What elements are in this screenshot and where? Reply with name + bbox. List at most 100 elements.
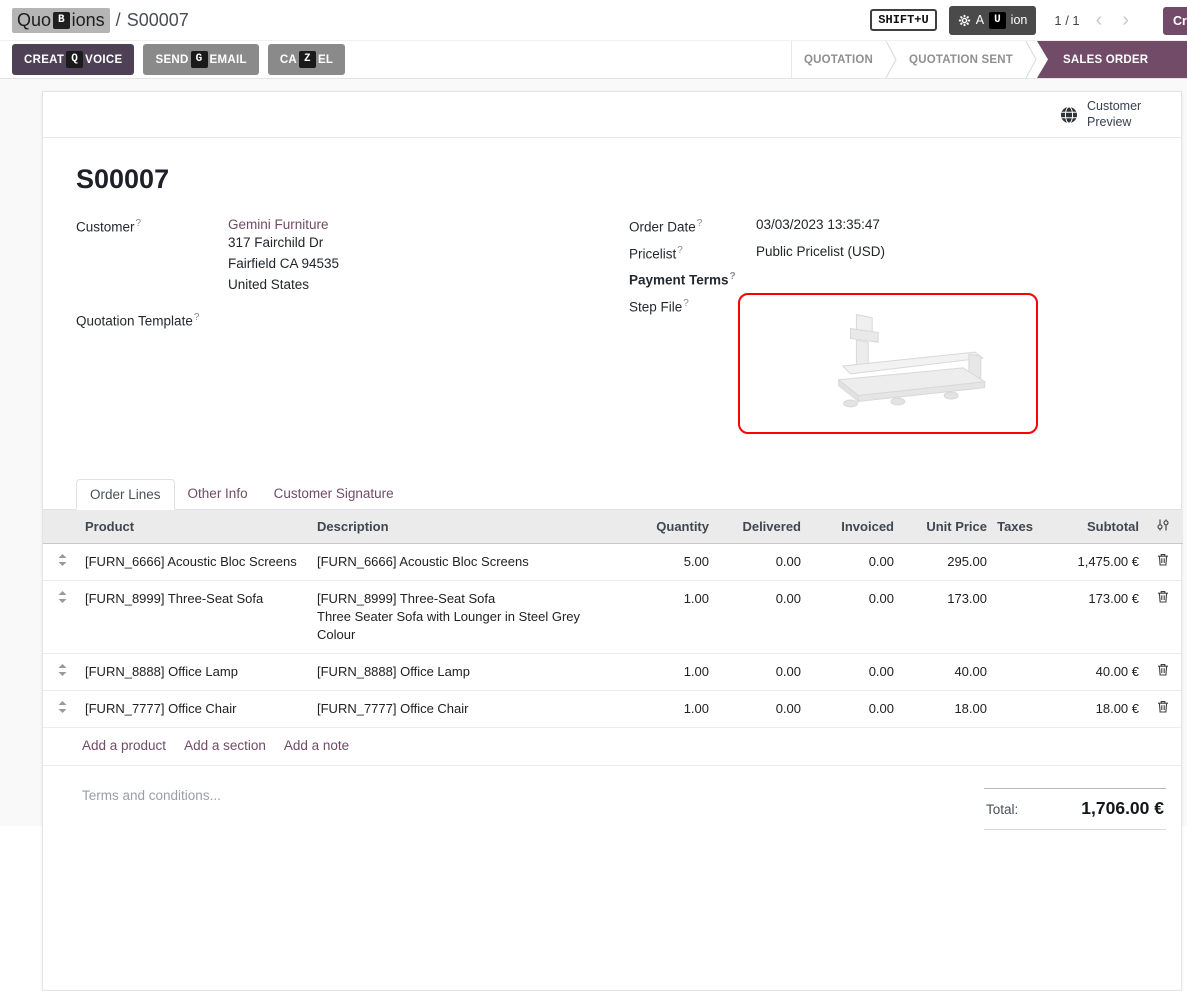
gear-icon	[958, 14, 971, 27]
pricelist-value[interactable]: Public Pricelist (USD)	[756, 244, 885, 259]
keyboard-hint-u: U	[989, 12, 1006, 29]
help-tooltip-icon: ?	[683, 298, 689, 309]
pricelist-label: Pricelist?	[629, 244, 756, 262]
action-menu-button[interactable]: AUion	[949, 6, 1037, 35]
cell-product[interactable]: [FURN_8888] Office Lamp	[81, 653, 313, 690]
cell-delivered: 0.00	[713, 580, 805, 653]
table-row[interactable]: [FURN_8888] Office Lamp [FURN_8888] Offi…	[43, 653, 1183, 690]
delete-line-icon[interactable]	[1157, 663, 1169, 681]
cell-taxes[interactable]	[991, 653, 1037, 690]
cell-product[interactable]: [FURN_6666] Acoustic Bloc Screens	[81, 543, 313, 580]
add-note-link[interactable]: Add a note	[284, 738, 349, 753]
stage-quotation-sent[interactable]: QUOTATION SENT	[897, 41, 1025, 78]
col-taxes[interactable]: Taxes	[991, 510, 1037, 544]
customer-address: 317 Fairchild Dr Fairfield CA 94535 Unit…	[228, 232, 339, 295]
cell-quantity[interactable]: 1.00	[619, 690, 713, 727]
cell-invoiced: 0.00	[805, 690, 898, 727]
cell-taxes[interactable]	[991, 580, 1037, 653]
order-date-label: Order Date?	[629, 217, 756, 235]
col-quantity[interactable]: Quantity	[619, 510, 713, 544]
keyboard-hint-shift-u: SHIFT+U	[870, 9, 936, 31]
col-unit-price[interactable]: Unit Price	[898, 510, 991, 544]
col-product[interactable]: Product	[81, 510, 313, 544]
address-line: Fairfield CA 94535	[228, 253, 339, 274]
delete-line-icon[interactable]	[1157, 590, 1169, 608]
order-date-value[interactable]: 03/03/2023 13:35:47	[756, 217, 880, 232]
action-label-post: ion	[1011, 13, 1028, 27]
cell-unit-price[interactable]: 173.00	[898, 580, 991, 653]
help-tooltip-icon: ?	[677, 245, 683, 256]
keyboard-hint-b: B	[53, 12, 70, 29]
total-block: Total: 1,706.00 €	[984, 788, 1166, 830]
address-line: United States	[228, 274, 339, 295]
col-subtotal[interactable]: Subtotal	[1037, 510, 1143, 544]
help-tooltip-icon: ?	[730, 271, 736, 282]
field-quotation-template: Quotation Template?	[76, 311, 596, 329]
drag-handle-icon[interactable]	[58, 553, 67, 571]
cell-taxes[interactable]	[991, 690, 1037, 727]
tab-order-lines[interactable]: Order Lines	[76, 479, 175, 510]
stage-separator-icon	[885, 41, 897, 78]
quotation-template-label: Quotation Template?	[76, 311, 228, 329]
cancel-button[interactable]: CAZEL	[268, 44, 345, 75]
step-file-image-widget[interactable]	[738, 293, 1038, 434]
cell-unit-price[interactable]: 295.00	[898, 543, 991, 580]
cell-product[interactable]: [FURN_8999] Three-Seat Sofa	[81, 580, 313, 653]
field-pricelist: Pricelist? Public Pricelist (USD)	[629, 244, 1148, 262]
cell-taxes[interactable]	[991, 543, 1037, 580]
field-order-date: Order Date? 03/03/2023 13:35:47	[629, 217, 1148, 235]
cell-description[interactable]: [FURN_7777] Office Chair	[313, 690, 619, 727]
drag-handle-icon[interactable]	[58, 590, 67, 608]
cell-quantity[interactable]: 1.00	[619, 653, 713, 690]
customer-value-block: Gemini Furniture 317 Fairchild Dr Fairfi…	[228, 217, 339, 295]
customer-link[interactable]: Gemini Furniture	[228, 217, 339, 232]
pager-next-icon[interactable]: ›	[1118, 10, 1133, 30]
table-row[interactable]: [FURN_7777] Office Chair [FURN_7777] Off…	[43, 690, 1183, 727]
cell-subtotal: 40.00 €	[1037, 653, 1143, 690]
field-payment-terms: Payment Terms?	[629, 270, 1148, 288]
add-product-link[interactable]: Add a product	[82, 738, 166, 753]
send-email-button[interactable]: SENDGEMAIL	[143, 44, 258, 75]
pager-previous-icon[interactable]: ‹	[1092, 10, 1107, 30]
col-description[interactable]: Description	[313, 510, 619, 544]
breadcrumb-quotations-link[interactable]: QuoBions	[12, 8, 110, 33]
cell-unit-price[interactable]: 18.00	[898, 690, 991, 727]
tab-customer-signature[interactable]: Customer Signature	[261, 479, 407, 509]
cell-description[interactable]: [FURN_6666] Acoustic Bloc Screens	[313, 543, 619, 580]
cell-description[interactable]: [FURN_8999] Three-Seat Sofa Three Seater…	[313, 580, 619, 653]
table-row[interactable]: [FURN_6666] Acoustic Bloc Screens [FURN_…	[43, 543, 1183, 580]
create-invoice-label-post: VOICE	[85, 54, 122, 66]
breadcrumb-current-record: S00007	[127, 10, 189, 31]
cell-unit-price[interactable]: 40.00	[898, 653, 991, 690]
delete-line-icon[interactable]	[1157, 553, 1169, 571]
drag-handle-icon[interactable]	[58, 700, 67, 718]
stage-sales-order[interactable]: SALES ORDER	[1037, 41, 1187, 78]
delete-line-icon[interactable]	[1157, 700, 1169, 718]
cell-quantity[interactable]: 1.00	[619, 580, 713, 653]
sale-order-form-card: Customer Preview S00007 Customer? Gemini…	[42, 91, 1182, 991]
add-section-link[interactable]: Add a section	[184, 738, 266, 753]
cell-description[interactable]: [FURN_8888] Office Lamp	[313, 653, 619, 690]
create-button[interactable]: Create	[1163, 7, 1187, 35]
create-invoice-button[interactable]: CREATQVOICE	[12, 44, 134, 75]
step-file-label: Step File?	[629, 297, 756, 315]
tab-other-info[interactable]: Other Info	[175, 479, 261, 509]
field-customer: Customer? Gemini Furniture 317 Fairchild…	[76, 217, 596, 295]
cell-product[interactable]: [FURN_7777] Office Chair	[81, 690, 313, 727]
cell-quantity[interactable]: 5.00	[619, 543, 713, 580]
topbar-right-controls: SHIFT+U AUion 1 / 1 ‹ ›	[870, 6, 1133, 35]
table-header-row: Product Description Quantity Delivered I…	[43, 510, 1183, 544]
table-row[interactable]: [FURN_8999] Three-Seat Sofa [FURN_8999] …	[43, 580, 1183, 653]
field-column-right: Order Date? 03/03/2023 13:35:47 Pricelis…	[629, 217, 1148, 443]
col-invoiced[interactable]: Invoiced	[805, 510, 898, 544]
terms-and-conditions-input[interactable]: Terms and conditions...	[82, 788, 221, 830]
drag-handle-icon[interactable]	[58, 663, 67, 681]
cell-delivered: 0.00	[713, 653, 805, 690]
breadcrumb-quotations-text-post: ions	[72, 10, 105, 31]
optional-columns-icon[interactable]	[1156, 519, 1170, 534]
globe-icon	[1060, 106, 1078, 124]
col-delivered[interactable]: Delivered	[713, 510, 805, 544]
create-invoice-label-pre: CREAT	[24, 54, 64, 66]
customer-preview-button[interactable]: Customer Preview	[1087, 99, 1151, 130]
stage-quotation[interactable]: QUOTATION	[792, 41, 885, 78]
